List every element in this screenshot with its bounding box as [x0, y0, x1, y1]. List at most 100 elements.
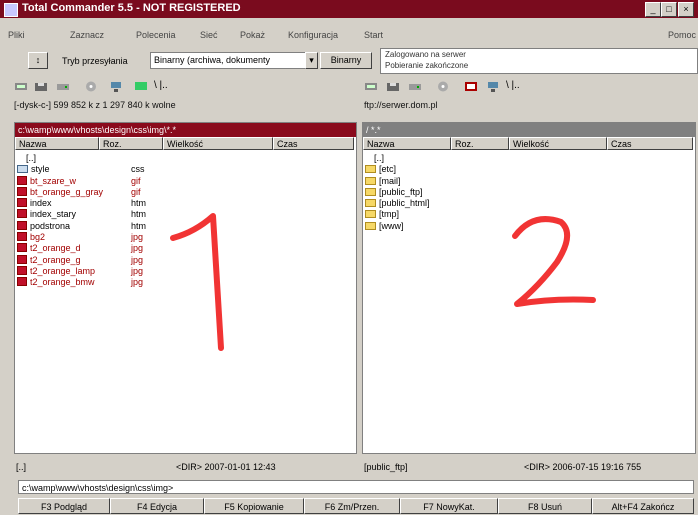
left-status-detail: <DIR> 2007-01-01 12:43	[176, 462, 276, 472]
total-commander-window: Total Commander 5.5 - NOT REGISTERED _ □…	[0, 0, 698, 515]
list-item[interactable]: index_stary htm	[17, 209, 146, 220]
binary-mode-button[interactable]: Binarny	[320, 52, 372, 69]
list-item[interactable]: [tmp]	[365, 209, 430, 220]
list-item[interactable]: bg2 jpg	[17, 232, 143, 243]
path-separator-icon[interactable]: \ |..	[154, 80, 168, 91]
window-title: Total Commander 5.5 - NOT REGISTERED	[22, 2, 241, 14]
left-status-bar: [..] <DIR> 2007-01-01 12:43	[16, 460, 354, 474]
list-item[interactable]: bt_szare_w gif	[17, 175, 141, 187]
image-file-icon	[17, 277, 27, 287]
right-drive-toolbar: \ |..	[364, 80, 694, 96]
list-item[interactable]: t2_orange_d jpg	[17, 243, 143, 254]
network-share-icon[interactable]	[486, 80, 500, 93]
folder-icon	[365, 210, 376, 219]
column-name-header[interactable]: Nazwa	[15, 137, 99, 150]
list-item[interactable]: bt_orange_g_gray gif	[17, 186, 141, 198]
column-time-header[interactable]: Czas	[607, 137, 693, 150]
column-size-header[interactable]: Wielkość	[509, 137, 607, 150]
floppy-drive-icon[interactable]	[34, 80, 48, 93]
folder-icon	[365, 176, 376, 185]
up-dir-icon	[365, 155, 371, 162]
network-drive-icon[interactable]	[14, 80, 28, 93]
network-drive-icon[interactable]	[364, 80, 378, 93]
list-item[interactable]: style css	[17, 164, 145, 175]
left-free-space-text: 599 852 k z 1 297 840 k wolne	[53, 100, 176, 110]
list-item[interactable]: [..]	[365, 153, 430, 164]
menu-pliki[interactable]: Pliki	[8, 30, 25, 40]
list-item[interactable]: t2_orange_lamp jpg	[17, 265, 143, 277]
left-drive-toolbar: \ |..	[14, 80, 354, 96]
column-ext-header[interactable]: Roz.	[99, 137, 163, 150]
menu-pomoc[interactable]: Pomoc	[668, 30, 696, 40]
path-separator-icon[interactable]: \ |..	[506, 80, 520, 91]
menu-konfiguracja[interactable]: Konfiguracja	[288, 30, 338, 40]
css-file-icon	[17, 165, 28, 174]
column-time-header[interactable]: Czas	[273, 137, 354, 150]
column-name-header[interactable]: Nazwa	[363, 137, 451, 150]
up-dir-icon	[17, 155, 23, 162]
command-line-input[interactable]: c:\wamp\www\vhosts\design\css\img>	[18, 480, 694, 494]
menu-bar: Pliki Zaznacz Polecenia Sieć Pokaż Konfi…	[0, 30, 698, 44]
f7-newdir-button[interactable]: F7 NowyKat.	[400, 498, 498, 514]
close-button[interactable]: ×	[678, 2, 694, 17]
list-item[interactable]: t2_orange_bmw jpg	[17, 277, 143, 288]
maximize-button[interactable]: □	[661, 2, 677, 17]
left-drive-label[interactable]: [-dysk-c-]	[14, 100, 51, 110]
transfer-mode-select[interactable]: Binarny (archiwa, dokumenty	[150, 52, 307, 69]
f3-view-button[interactable]: F3 Podgląd	[18, 498, 110, 514]
function-key-bar: F3 Podgląd F4 Edycja F5 Kopiowanie F6 Zm…	[0, 498, 698, 515]
left-file-panel[interactable]: c:\wamp\www\vhosts\design\css\img\*.* Na…	[14, 122, 357, 454]
menu-start[interactable]: Start	[364, 30, 383, 40]
app-icon	[4, 3, 18, 17]
f8-delete-button[interactable]: F8 Usuń	[498, 498, 592, 514]
list-item[interactable]: [..]	[17, 153, 103, 164]
menu-siec[interactable]: Sieć	[200, 30, 218, 40]
list-item[interactable]: [public_html]	[365, 198, 430, 209]
column-ext-header[interactable]: Roz.	[451, 137, 509, 150]
transfer-mode-label: Tryb przesyłania	[62, 56, 128, 66]
list-item[interactable]: t2_orange_g jpg	[17, 254, 143, 266]
cd-drive-icon[interactable]	[436, 80, 450, 93]
list-item[interactable]: [etc]	[365, 164, 430, 175]
altf4-exit-button[interactable]: Alt+F4 Zakończ	[592, 498, 694, 514]
list-item[interactable]: podstrona htm	[17, 220, 146, 232]
hard-drive-icon[interactable]	[56, 80, 70, 93]
right-path-bar[interactable]: / *.*	[363, 123, 695, 137]
annotation-number-1	[170, 213, 224, 351]
menu-pokaz[interactable]: Pokaż	[240, 30, 265, 40]
right-connection-line: ftp://serwer.dom.pl	[364, 100, 438, 110]
network-share-icon[interactable]	[109, 80, 123, 93]
left-path-bar[interactable]: c:\wamp\www\vhosts\design\css\img\*.*	[15, 123, 356, 137]
minimize-button[interactable]: _	[645, 2, 661, 17]
list-item[interactable]: [mail]	[365, 176, 430, 187]
menu-polecenia[interactable]: Polecenia	[136, 30, 176, 40]
left-free-space: [-dysk-c-] 599 852 k z 1 297 840 k wolne	[14, 100, 176, 110]
image-file-icon	[17, 186, 27, 196]
cd-drive-icon[interactable]	[84, 80, 98, 93]
right-file-panel[interactable]: / *.* Nazwa Roz. Wielkość Czas [..] [etc…	[362, 122, 696, 454]
folder-icon	[365, 187, 376, 196]
f5-copy-button[interactable]: F5 Kopiowanie	[204, 498, 304, 514]
menu-zaznacz[interactable]: Zaznacz	[70, 30, 104, 40]
floppy-drive-icon[interactable]	[386, 80, 400, 93]
list-item[interactable]: index htm	[17, 198, 146, 209]
f4-edit-button[interactable]: F4 Edycja	[110, 498, 204, 514]
folder-icon	[365, 199, 376, 208]
right-status-bar: [public_ftp] <DIR> 2006-07-15 19:16 755	[364, 460, 694, 474]
f6-move-button[interactable]: F6 Zm/Przen.	[304, 498, 400, 514]
ftp-log-line: Zalogowano na serwer	[385, 50, 466, 59]
ftp-log-box: Zalogowano na serwer Pobieranie zakończo…	[380, 48, 698, 74]
title-bar: Total Commander 5.5 - NOT REGISTERED _ □…	[0, 0, 698, 18]
column-size-header[interactable]: Wielkość	[163, 137, 273, 150]
desktop-icon[interactable]	[134, 80, 148, 93]
ftp-connection-icon[interactable]	[464, 80, 478, 93]
html-file-icon	[17, 220, 27, 230]
image-file-icon	[17, 254, 27, 264]
list-item[interactable]: [www]	[365, 221, 430, 232]
image-file-icon	[17, 265, 27, 275]
folder-icon	[365, 165, 376, 174]
chevron-down-icon[interactable]: ▾	[305, 52, 318, 69]
transfer-icon-button[interactable]: ↕	[28, 52, 48, 69]
hard-drive-icon[interactable]	[408, 80, 422, 93]
list-item[interactable]: [public_ftp]	[365, 187, 430, 198]
